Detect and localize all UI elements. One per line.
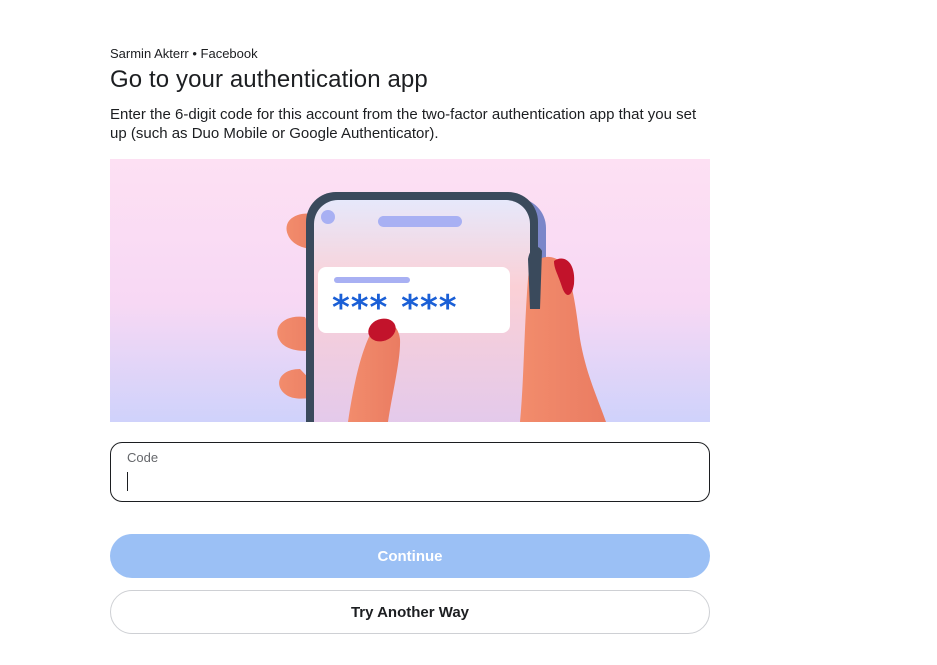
text-caret — [127, 472, 128, 491]
code-input[interactable] — [127, 469, 687, 493]
code-field[interactable]: Code — [110, 442, 710, 502]
code-field-label: Code — [127, 450, 159, 465]
try-another-way-button[interactable]: Try Another Way — [110, 590, 710, 634]
instructions-text: Enter the 6-digit code for this account … — [110, 106, 697, 142]
authentication-illustration: *** *** — [110, 159, 710, 422]
account-line: Sarmin Akterr • Facebook — [110, 46, 258, 61]
masked-code-text: *** *** — [332, 288, 458, 328]
continue-button[interactable]: Continue — [110, 534, 710, 578]
page-title: Go to your authentication app — [110, 66, 428, 93]
